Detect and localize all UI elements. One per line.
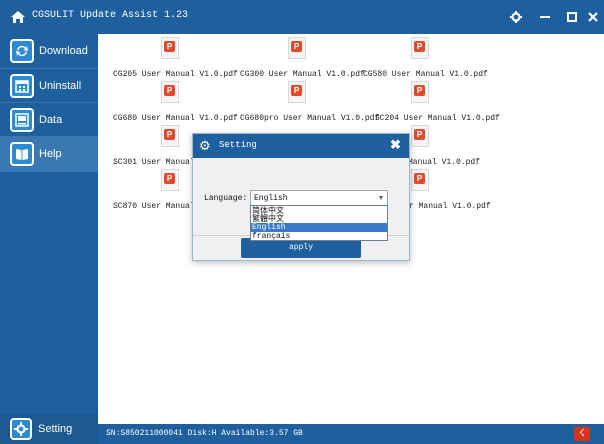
sidebar-item-data[interactable]: Data — [0, 103, 98, 137]
language-option[interactable]: français — [251, 232, 387, 241]
file-name: SC870 User Manual — [113, 202, 195, 211]
uninstall-icon — [10, 74, 34, 98]
status-text: SN:S850211000041 Disk:H Available:3.57 G… — [106, 429, 303, 438]
data-icon — [10, 108, 34, 132]
pdf-file-icon: P — [411, 169, 429, 191]
sidebar-item-label: Data — [39, 114, 63, 126]
file-name: Manual V1.0.pdf — [408, 158, 481, 167]
pdf-file-icon: P — [161, 81, 179, 103]
sidebar-item-label: Setting — [38, 423, 73, 435]
list-item[interactable]: P CG205 User Manual V1.0.pdf — [113, 37, 243, 81]
list-item[interactable]: P Manual V1.0.pdf — [408, 125, 538, 169]
list-item[interactable]: P CG580 User Manual V1.0.pdf — [363, 37, 493, 81]
file-name: SC204 User Manual V1.0.pdf — [375, 114, 500, 123]
dialog-close-button[interactable]: ✖ — [390, 138, 401, 152]
dialog-header: ⚙ Setting ✖ — [193, 134, 409, 158]
chevron-down-icon: ▼ — [377, 195, 385, 202]
sidebar-item-label: Help — [39, 148, 62, 160]
file-name: CG680pro User Manual V1.0.pdf — [240, 114, 380, 123]
divider — [0, 171, 98, 172]
file-name: CG205 User Manual V1.0.pdf — [113, 70, 238, 79]
pdf-file-icon: P — [411, 81, 429, 103]
apply-button[interactable]: apply — [241, 238, 361, 258]
language-select[interactable]: English ▼ — [250, 190, 388, 206]
sidebar-item-setting[interactable]: Setting — [0, 414, 98, 444]
gear-icon — [510, 11, 522, 23]
pdf-file-icon: P — [161, 37, 179, 59]
sidebar-item-download[interactable]: Download — [0, 34, 98, 68]
status-bar: SN:S850211000041 Disk:H Available:3.57 G… — [98, 424, 604, 444]
file-name: CG680 User Manual V1.0.pdf — [113, 114, 238, 123]
file-name: SC301 User Manual — [113, 158, 195, 167]
home-icon — [11, 11, 25, 23]
download-icon — [10, 39, 34, 63]
minimize-button[interactable] — [532, 0, 558, 34]
minimize-icon — [540, 16, 550, 18]
list-item[interactable]: P CG300 User Manual V1.0.pdf — [240, 37, 370, 81]
language-value: English — [254, 194, 288, 203]
plug-icon[interactable]: ☇ — [574, 427, 590, 441]
maximize-icon — [567, 12, 577, 22]
language-dropdown-list: 简体中文 繁體中文 English français — [250, 205, 388, 241]
list-item[interactable]: P r Manual V1.0.pdf — [409, 169, 539, 213]
dialog-title: Setting — [219, 140, 257, 150]
sidebar-item-help[interactable]: Help — [0, 137, 98, 171]
list-item[interactable]: P SC204 User Manual V1.0.pdf — [375, 81, 505, 125]
app-title: CGSULIT Update Assist 1.23 — [32, 10, 189, 21]
pdf-file-icon: P — [161, 169, 179, 191]
pdf-file-icon: P — [411, 37, 429, 59]
help-icon — [10, 142, 34, 166]
pdf-file-icon: P — [411, 125, 429, 147]
gear-icon: ⚙ — [199, 138, 211, 153]
list-item[interactable]: P CG680pro User Manual V1.0.pdf — [240, 81, 379, 125]
file-name: CG580 User Manual V1.0.pdf — [363, 70, 488, 79]
file-name: r Manual V1.0.pdf — [409, 202, 491, 211]
language-option-selected[interactable]: English — [251, 223, 387, 232]
pdf-file-icon: P — [288, 81, 306, 103]
setting-dialog: ⚙ Setting ✖ Language: English ▼ apply — [192, 133, 410, 261]
title-bar: CGSULIT Update Assist 1.23 — [0, 0, 604, 34]
setting-icon — [10, 418, 32, 440]
file-name: CG300 User Manual V1.0.pdf — [240, 70, 365, 79]
sidebar-item-uninstall[interactable]: Uninstall — [0, 69, 98, 103]
pdf-file-icon: P — [161, 125, 179, 147]
settings-gear-button[interactable] — [503, 0, 529, 34]
language-option[interactable]: 繁體中文 — [251, 214, 387, 223]
language-label: Language: — [204, 194, 248, 203]
list-item[interactable]: P CG680 User Manual V1.0.pdf — [113, 81, 243, 125]
close-icon — [588, 12, 598, 22]
sidebar: Download Uninstall Data Help Setting — [0, 34, 98, 444]
sidebar-item-label: Uninstall — [39, 80, 82, 92]
pdf-file-icon: P — [288, 37, 306, 59]
sidebar-item-label: Download — [39, 45, 88, 57]
close-button[interactable] — [580, 0, 604, 34]
